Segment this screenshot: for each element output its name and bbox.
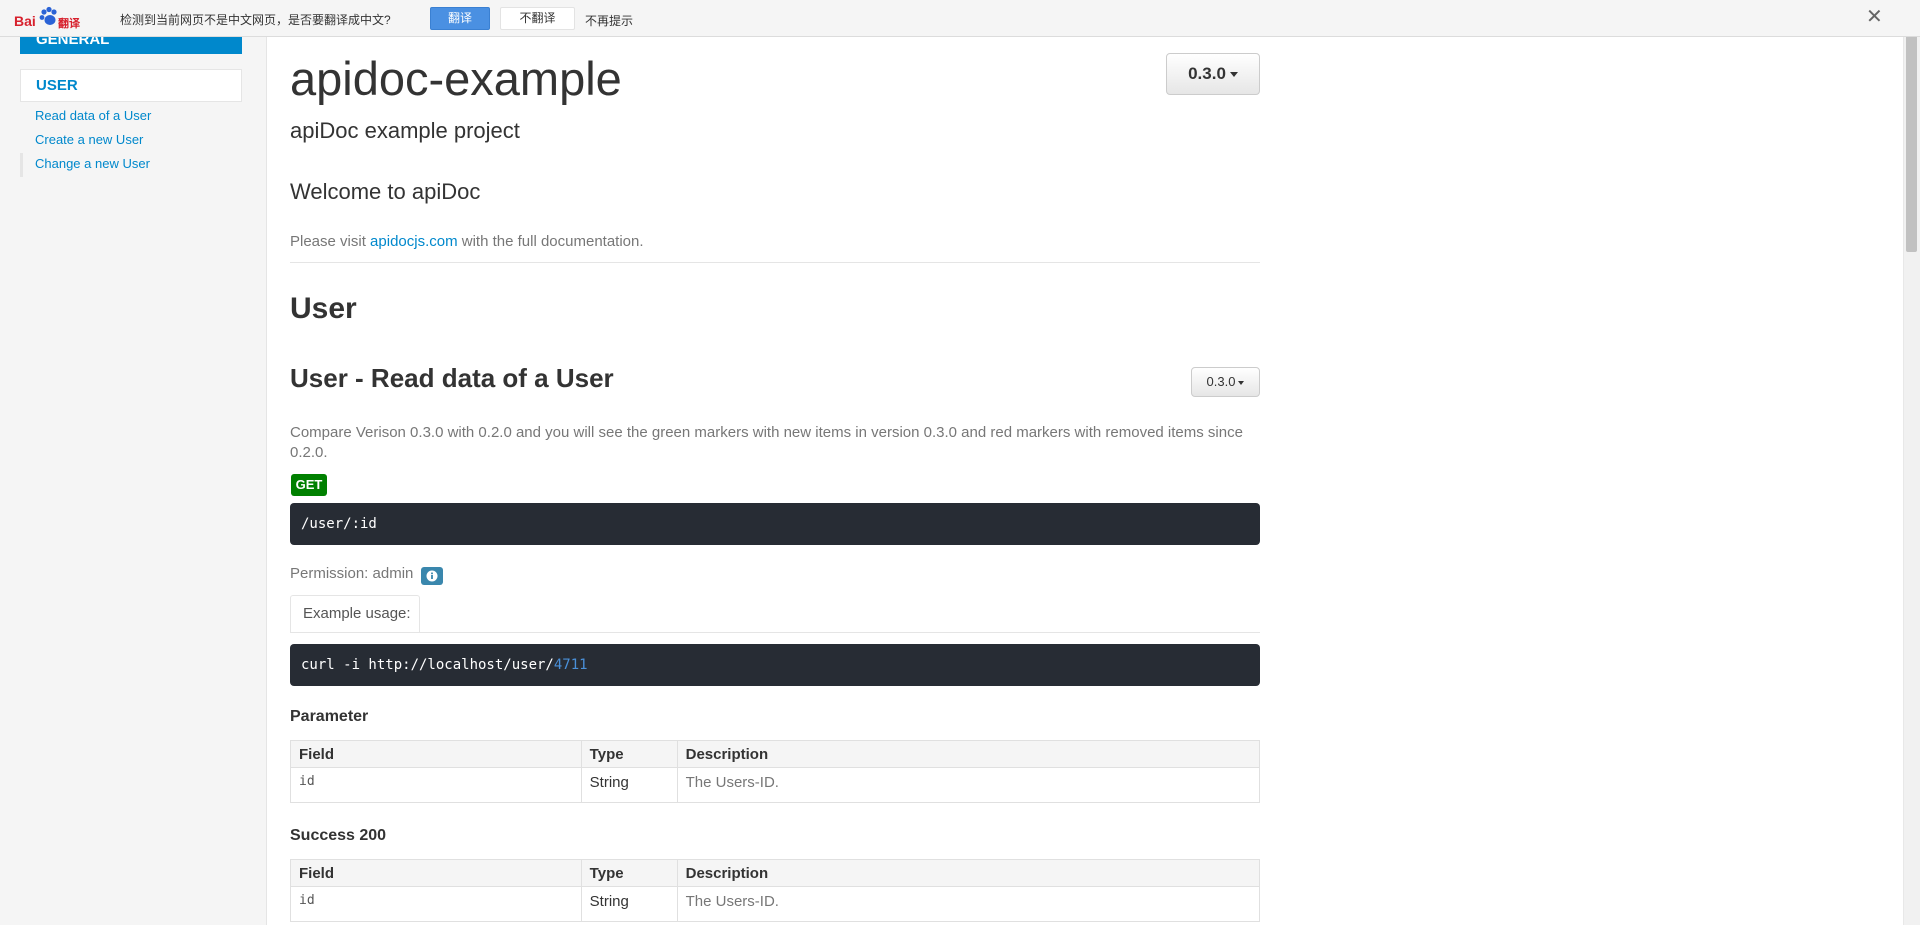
- sidebar-item-read-user[interactable]: Read data of a User: [35, 108, 151, 123]
- scrollbar-thumb[interactable]: [1906, 20, 1917, 252]
- field-cell: id: [290, 886, 582, 922]
- logo-fanyi-text: 翻译: [58, 18, 80, 30]
- translate-message: 检测到当前网页不是中文网页，是否要翻译成中文?: [120, 13, 391, 27]
- description-header: Description: [676, 859, 1261, 887]
- type-header: Type: [580, 740, 678, 768]
- success-heading: Success 200: [290, 827, 387, 844]
- example-code-prefix: curl -i http://localhost/user/: [301, 657, 554, 673]
- description-header: Description: [676, 740, 1261, 768]
- sidebar-item-create-user[interactable]: Create a new User: [35, 132, 143, 147]
- version-dropdown[interactable]: 0.3.0: [1166, 53, 1260, 95]
- apidocjs-link[interactable]: apidocjs.com: [370, 233, 458, 250]
- caret-down-icon: [1238, 380, 1245, 385]
- parameter-table: Field Type Description id String The Use…: [290, 740, 1261, 803]
- field-cell: id: [290, 767, 582, 803]
- endpoint-title: User - Read data of a User: [290, 363, 614, 393]
- sidebar: GENERAL USER Read data of a User Create …: [0, 37, 267, 925]
- type-header: Type: [580, 859, 678, 887]
- no-translate-button[interactable]: 不翻译: [500, 7, 575, 30]
- never-show-link[interactable]: 不再提示: [585, 12, 633, 29]
- logo-bai-text: Bai: [14, 13, 36, 29]
- translate-bar: Bai 翻译 检测到当前网页不是中文网页，是否要翻译成中文? 翻译 不翻译 不再…: [0, 0, 1920, 37]
- welcome-heading: Welcome to apiDoc: [290, 179, 481, 204]
- table-header-row: Field Type Description: [290, 740, 1261, 768]
- divider: [290, 262, 1260, 263]
- translate-button[interactable]: 翻译: [430, 7, 490, 30]
- method-badge: GET: [291, 474, 327, 496]
- info-icon-glyph: [426, 570, 438, 582]
- example-code-number: 4711: [553, 657, 588, 673]
- table-row: id String The Users-ID.: [290, 767, 1261, 803]
- caret-down-icon: [1229, 72, 1238, 78]
- compare-description: Compare Verison 0.3.0 with 0.2.0 and you…: [290, 424, 1243, 461]
- baidu-translate-logo: Bai 翻译: [14, 6, 84, 30]
- field-header: Field: [290, 859, 582, 887]
- endpoint-path: /user/:id: [290, 503, 1260, 545]
- endpoint-version-label: 0.3.0: [1206, 374, 1236, 389]
- group-title: User: [290, 292, 357, 325]
- paw-icon: [39, 6, 57, 25]
- visit-prefix: Please visit: [290, 233, 371, 250]
- sidebar-item-change-user[interactable]: Change a new User: [35, 156, 150, 171]
- visit-text: Please visit apidocjs.com with the full …: [290, 233, 644, 250]
- description-cell: The Users-ID.: [676, 886, 1261, 922]
- page-subtitle: apiDoc example project: [290, 118, 520, 143]
- parameter-heading: Parameter: [290, 708, 369, 725]
- visit-suffix: with the full documentation.: [457, 233, 644, 250]
- tab-divider: [290, 632, 1260, 633]
- permission-text: Permission: admin: [290, 565, 414, 582]
- type-cell: String: [580, 767, 678, 803]
- type-cell: String: [580, 886, 678, 922]
- table-header-row: Field Type Description: [290, 859, 1261, 887]
- table-row: id String The Users-ID.: [290, 886, 1261, 922]
- page-title: apidoc-example: [290, 52, 622, 105]
- close-icon[interactable]: ✕: [1866, 7, 1883, 27]
- info-icon[interactable]: [421, 567, 443, 585]
- field-header: Field: [290, 740, 582, 768]
- sidebar-item-user[interactable]: USER: [20, 69, 242, 102]
- endpoint-version-dropdown[interactable]: 0.3.0: [1191, 367, 1260, 397]
- description-cell: The Users-ID.: [676, 767, 1261, 803]
- tab-example-usage[interactable]: Example usage:: [290, 595, 420, 633]
- success-table: Field Type Description id String The Use…: [290, 859, 1261, 922]
- sidebar-item-general[interactable]: GENERAL: [20, 37, 242, 54]
- example-code: curl -i http://localhost/user/4711: [290, 644, 1260, 686]
- active-marker: [20, 153, 23, 177]
- version-label: 0.3.0: [1188, 64, 1226, 83]
